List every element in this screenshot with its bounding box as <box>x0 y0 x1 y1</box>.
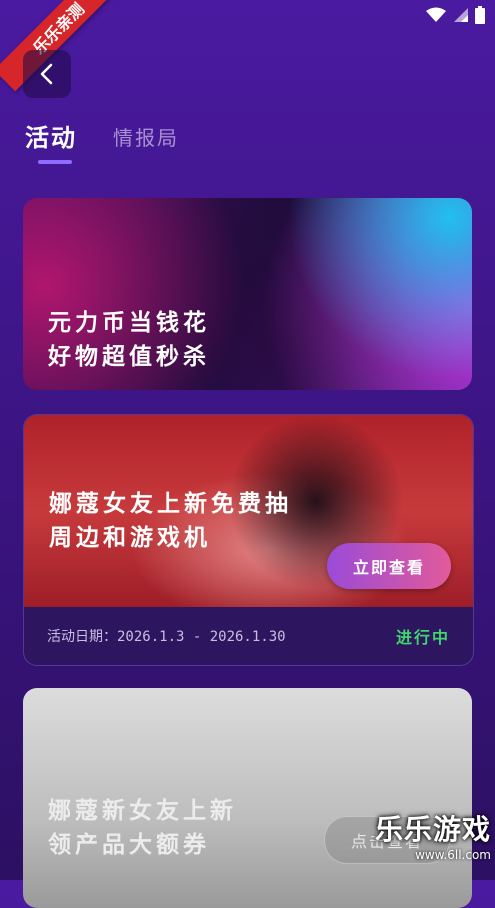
activity-date: 活动日期：2026.1.3 - 2026.1.30 <box>47 629 286 645</box>
card-title-line2: 好物超值秒杀 <box>48 344 210 370</box>
view-now-button[interactable]: 立即查看 <box>327 543 451 589</box>
brand-watermark-title: 乐乐游戏 <box>374 813 491 846</box>
status-icons <box>425 6 485 24</box>
tab-intel[interactable]: 情报局 <box>113 122 179 153</box>
card-title: 娜蔻新女友上新 领产品大额券 <box>48 794 237 862</box>
brand-watermark-url: www.6ll.com <box>415 848 491 862</box>
wifi-icon <box>426 7 446 22</box>
tab-indicator <box>38 160 72 164</box>
tab-activity[interactable]: 活动 <box>25 118 77 153</box>
back-button[interactable] <box>23 50 71 98</box>
brand-watermark: 乐乐游戏 www.6ll.com <box>375 808 491 862</box>
card-title: 娜蔻女友上新免费抽周边和游戏机 <box>49 491 292 551</box>
card-title-line2: 领产品大额券 <box>48 832 210 858</box>
activity-card-naku[interactable]: 娜蔻女友上新免费抽周边和游戏机 立即查看 活动日期：2026.1.3 - 202… <box>23 414 474 666</box>
battery-icon <box>475 6 485 24</box>
status-badge: 进行中 <box>395 628 450 647</box>
activity-card-coins[interactable]: 元力币当钱花 好物超值秒杀 <box>23 198 472 390</box>
chevron-left-icon <box>40 63 53 85</box>
tab-bar: 活动 情报局 <box>25 118 179 153</box>
card-title-line1: 娜蔻新女友上新 <box>48 798 237 824</box>
signal-icon <box>454 8 468 22</box>
card-footer: 活动日期：2026.1.3 - 2026.1.30 进行中 <box>24 607 473 665</box>
card-title-line1: 元力币当钱花 <box>48 310 210 336</box>
activity-card-coupon[interactable]: 娜蔻新女友上新 领产品大额券 点击查看 <box>23 688 472 908</box>
card-title: 元力币当钱花 好物超值秒杀 <box>48 306 210 374</box>
